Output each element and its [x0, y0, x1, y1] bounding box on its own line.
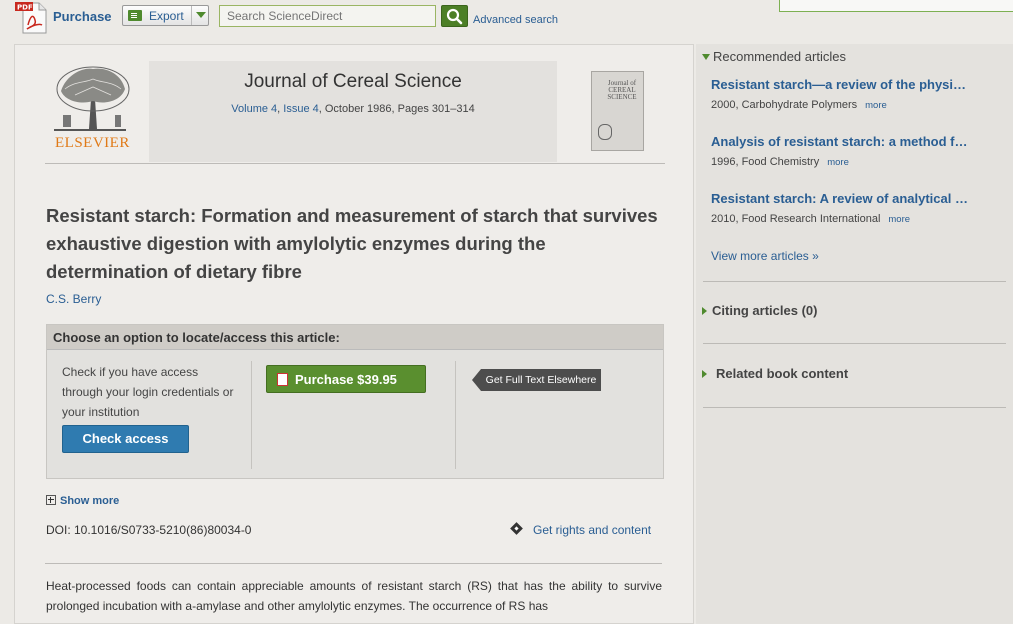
sidebar-divider [703, 281, 1006, 282]
elsevier-wordmark: ELSEVIER [55, 135, 130, 151]
sidebar-divider [703, 407, 1006, 408]
related-book-content-header[interactable]: Related book content [702, 366, 848, 381]
citing-heading: Citing articles (0) [712, 303, 818, 318]
more-link[interactable]: more [827, 157, 849, 168]
recommended-article-source: 1996, Food Chemistry [711, 156, 820, 168]
expand-plus-icon [46, 495, 56, 505]
get-full-text-elsewhere-button[interactable]: Get Full Text Elsewhere [472, 369, 602, 391]
top-right-panel [779, 0, 1013, 12]
sidebar-divider [703, 343, 1006, 344]
recommended-article-meta: 2010, Food Research International more [711, 213, 910, 225]
header-divider [45, 163, 665, 164]
journal-title[interactable]: Journal of Cereal Science [149, 71, 557, 93]
issue-date-pages: , October 1986, Pages 301–314 [318, 103, 475, 115]
export-button[interactable]: Export [122, 5, 209, 26]
more-link[interactable]: more [865, 100, 887, 111]
related-heading: Related book content [716, 366, 849, 381]
search-icon [446, 8, 463, 25]
doi: DOI: 10.1016/S0733-5210(86)80034-0 [46, 523, 252, 537]
purchase-link[interactable]: Purchase [53, 9, 112, 24]
recommended-article-title[interactable]: Analysis of resistant starch: a method f… [711, 134, 1001, 149]
volume-link[interactable]: Volume 4 [231, 103, 277, 115]
search-input[interactable] [219, 5, 436, 27]
export-divider [191, 6, 192, 25]
recommended-article-title[interactable]: Resistant starch—a review of the physi… [711, 77, 1001, 92]
show-more-toggle[interactable]: Show more [46, 495, 119, 507]
abstract-text: Heat-processed foods can contain appreci… [46, 579, 662, 613]
check-access-text: Check if you have access through your lo… [62, 365, 234, 419]
access-heading: Choose an option to locate/access this a… [53, 330, 340, 345]
recommended-article-meta: 1996, Food Chemistry more [711, 156, 849, 168]
recommended-article-source: 2010, Food Research International [711, 213, 881, 225]
journal-cover-thumbnail[interactable]: Journal of CEREAL SCIENCE [591, 71, 644, 151]
elsevier-tree-icon [54, 66, 130, 131]
check-access-button[interactable]: Check access [62, 425, 189, 453]
arrow-tag-icon [472, 369, 481, 391]
access-options-header: Choose an option to locate/access this a… [47, 325, 663, 350]
pdf-small-icon [277, 373, 288, 386]
recommended-article-source: 2000, Carbohydrate Polymers [711, 99, 858, 111]
pdf-icon[interactable]: PDF [15, 1, 47, 34]
chevron-down-icon[interactable] [196, 12, 206, 18]
svg-text:PDF: PDF [17, 4, 33, 12]
triangle-down-icon [702, 54, 710, 60]
recommended-articles-header[interactable]: Recommended articles [702, 49, 846, 64]
abstract-divider [45, 563, 662, 564]
triangle-right-icon [702, 370, 707, 378]
article-title: Resistant starch: Formation and measurem… [46, 205, 658, 282]
citing-articles-header[interactable]: Citing articles (0) [702, 303, 817, 318]
full-text-label: Get Full Text Elsewhere [481, 369, 601, 391]
journal-header: ELSEVIER Journal of Cereal Science Volum… [45, 61, 665, 162]
right-sidebar [696, 44, 1013, 624]
get-rights-link[interactable]: Get rights and content [510, 522, 652, 537]
recommended-heading: Recommended articles [713, 49, 846, 64]
elsevier-logo[interactable]: ELSEVIER [45, 61, 149, 162]
author-link[interactable]: C.S. Berry [46, 292, 101, 306]
access-divider-2 [455, 361, 456, 469]
rights-icon [510, 522, 523, 535]
export-icon [128, 10, 142, 21]
top-toolbar: PDF Purchase Export Advanced search [0, 0, 1013, 40]
more-link[interactable]: more [888, 214, 910, 225]
purchase-button[interactable]: Purchase $39.95 [266, 365, 426, 393]
view-more-articles-link[interactable]: View more articles » [711, 249, 819, 263]
access-options-box: Choose an option to locate/access this a… [46, 324, 664, 479]
rights-label: Get rights and content [533, 523, 652, 537]
journal-meta: Volume 4, Issue 4, October 1986, Pages 3… [231, 103, 475, 115]
search-button[interactable] [441, 5, 468, 27]
show-more-label: Show more [60, 495, 120, 507]
advanced-search-link[interactable]: Advanced search [473, 14, 558, 26]
access-divider-1 [251, 361, 252, 469]
recommended-article-title[interactable]: Resistant starch: A review of analytical… [711, 191, 1001, 206]
cover-title: Journal of CEREAL SCIENCE [607, 79, 637, 101]
triangle-right-icon [702, 307, 707, 315]
issue-link[interactable]: Issue 4 [283, 103, 318, 115]
recommended-article-meta: 2000, Carbohydrate Polymers more [711, 99, 887, 111]
export-label: Export [149, 9, 184, 23]
purchase-button-label: Purchase $39.95 [295, 372, 397, 387]
cover-logo-icon [598, 124, 612, 140]
